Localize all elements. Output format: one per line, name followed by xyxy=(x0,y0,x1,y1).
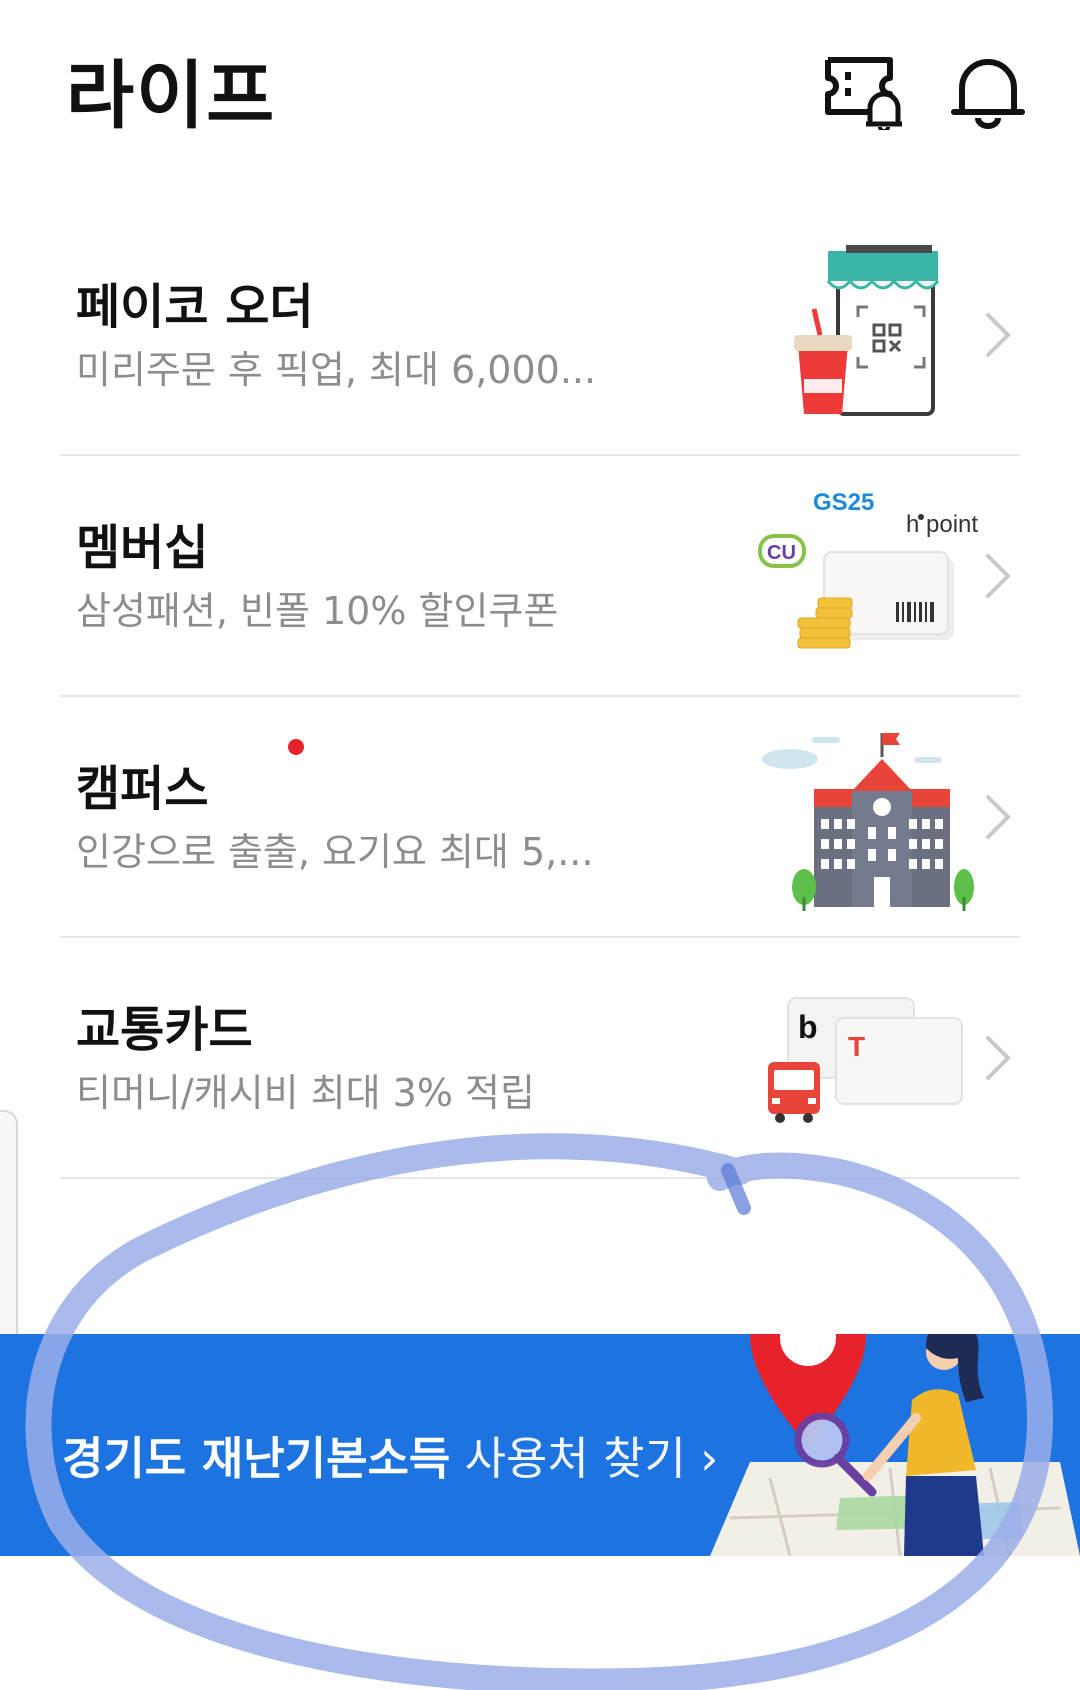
chevron-right-icon xyxy=(986,313,1011,357)
item-description: 삼성패션, 빈폴 10% 할인쿠폰 xyxy=(76,589,559,633)
gs25-logo: GS25 xyxy=(813,489,874,516)
promo-banner[interactable]: 경기도 재난기본소득 사용처 찾기 › xyxy=(0,1334,1080,1556)
chevron-right-icon xyxy=(986,1036,1011,1080)
cashbee-logo: b xyxy=(798,1009,818,1045)
bell-icon[interactable] xyxy=(948,50,1028,130)
list-item-membership[interactable]: 멤버십 삼성패션, 빈폴 10% 할인쿠폰 GS25 h point CU xyxy=(60,456,1020,697)
hpoint-logo: point xyxy=(926,511,978,538)
cu-logo: CU xyxy=(767,542,796,564)
service-list: 페이코 오더 미리주문 후 픽업, 최대 6,000... 멤버십 삼성패션, … xyxy=(60,215,1020,1179)
chevron-right-icon xyxy=(986,795,1011,839)
page-title: 라이프 xyxy=(66,53,277,139)
list-item-transit-card[interactable]: 교통카드 티머니/캐시비 최대 3% 적립 b T xyxy=(60,938,1020,1179)
transit-cards-illustration: b T xyxy=(768,997,963,1123)
ticket-bell-icon[interactable] xyxy=(822,50,902,130)
list-item-payco-order[interactable]: 페이코 오더 미리주문 후 픽업, 최대 6,000... xyxy=(60,215,1020,456)
item-title: 페이코 오더 xyxy=(76,279,314,335)
hpoint-h-logo: h xyxy=(906,511,919,538)
item-title: 멤버십 xyxy=(76,520,209,576)
header: 라이프 xyxy=(0,0,1080,180)
chevron-right-icon xyxy=(986,554,1011,598)
item-description: 미리주문 후 픽업, 최대 6,000... xyxy=(76,348,597,392)
map-pin-illustration xyxy=(710,1334,1080,1556)
item-title: 교통카드 xyxy=(76,1002,253,1058)
item-description: 인강으로 출출, 요기요 최대 5,... xyxy=(76,830,594,874)
list-item-campus[interactable]: 캠퍼스 인강으로 출출, 요기요 최대 5,... xyxy=(60,697,1020,938)
membership-cards-illustration: GS25 h point CU xyxy=(758,489,978,649)
banner-text: 경기도 재난기본소득 사용처 찾기 › xyxy=(62,1422,718,1487)
tmoney-logo: T xyxy=(848,1031,865,1062)
item-description: 티머니/캐시비 최대 3% 적립 xyxy=(76,1071,535,1115)
campus-building-illustration xyxy=(762,733,974,911)
shop-qr-illustration xyxy=(794,245,940,416)
new-badge-dot xyxy=(288,739,304,755)
item-title: 캠퍼스 xyxy=(76,761,209,817)
banner-light-text: 사용처 찾기 xyxy=(464,1432,686,1485)
banner-bold-text: 경기도 재난기본소득 xyxy=(62,1432,451,1485)
